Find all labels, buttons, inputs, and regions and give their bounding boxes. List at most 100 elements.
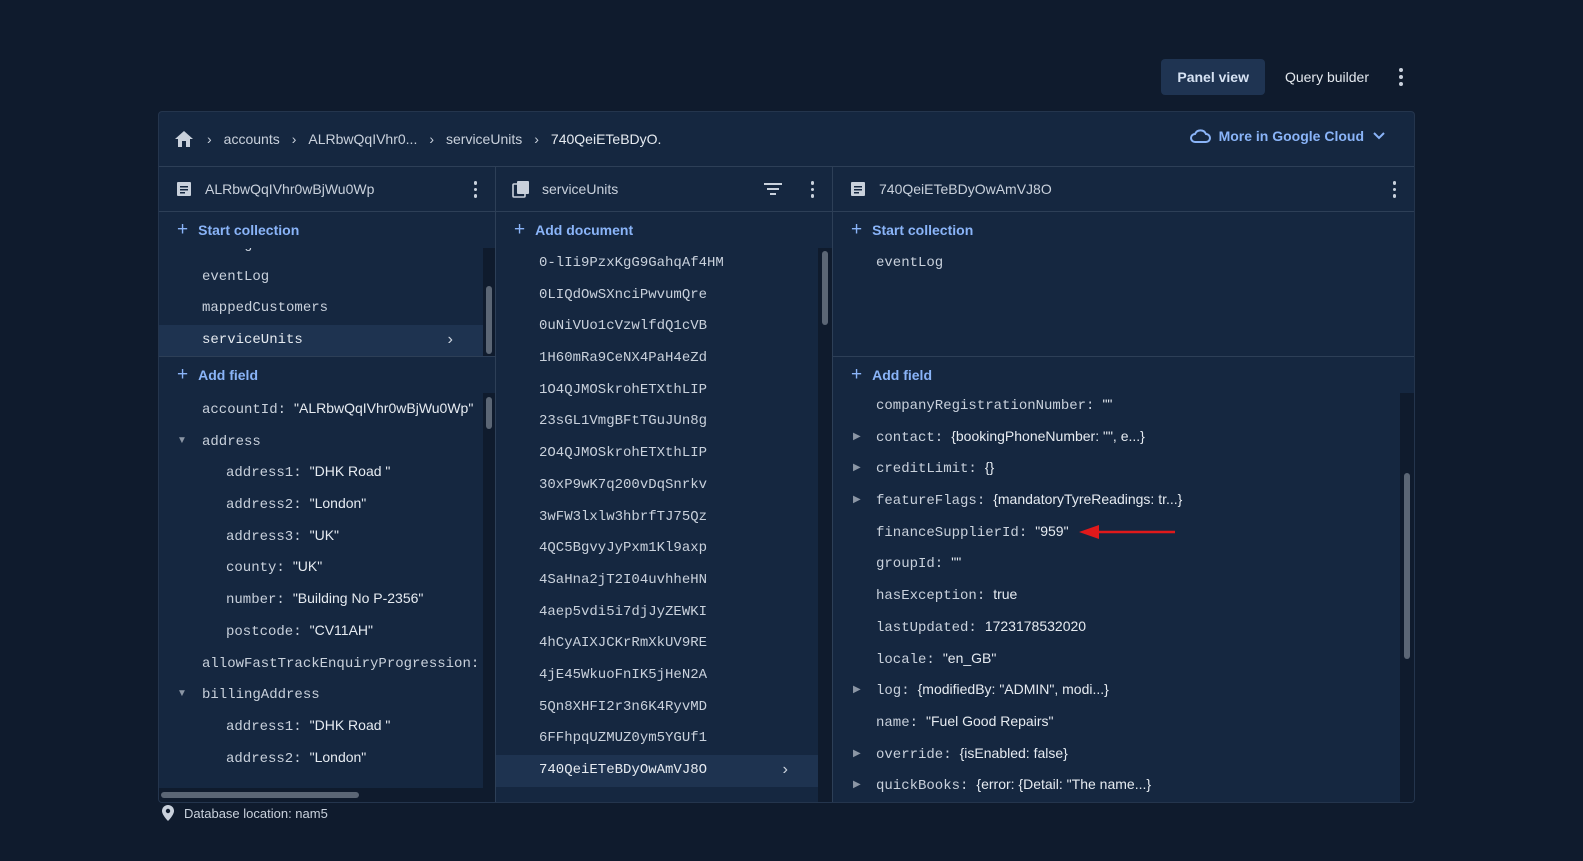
horizontal-scrollbar[interactable] xyxy=(159,788,495,802)
panel-view-button[interactable]: Panel view xyxy=(1161,59,1265,95)
location-pin-icon xyxy=(162,805,174,821)
add-field-button[interactable]: + Add field xyxy=(159,357,495,393)
field-row[interactable]: ▶ override: {isEnabled: false} xyxy=(833,738,1400,770)
breadcrumb-serviceunits[interactable]: serviceUnits xyxy=(446,131,522,147)
query-builder-button[interactable]: Query builder xyxy=(1273,59,1381,95)
column-menu-icon[interactable] xyxy=(473,181,477,198)
field-row-financesupplierid[interactable]: financeSupplierId: "959" xyxy=(833,516,1400,548)
field-row[interactable]: ▼ billingAddress xyxy=(159,678,483,710)
field-row[interactable]: postcode: "CV11AH" xyxy=(159,615,483,647)
document-item[interactable]: 23sGL1VmgBFtTGuJUn8g xyxy=(496,406,818,438)
field-row[interactable]: number: "Building No P-2356" xyxy=(159,583,483,615)
expand-down-icon[interactable]: ▼ xyxy=(177,425,187,457)
add-document-label: Add document xyxy=(535,222,634,238)
document-item[interactable]: 4jE45WkuoFnIK5jHeN2A xyxy=(496,660,818,692)
field-row[interactable]: address2: "London" xyxy=(159,488,483,520)
add-document-button[interactable]: + Add document xyxy=(496,212,832,248)
field-row[interactable]: locale: "en_GB" xyxy=(833,643,1400,675)
document-item[interactable]: 4SaHna2jT2I04uvhheHN xyxy=(496,565,818,597)
start-collection-button[interactable]: + Start collection xyxy=(159,212,495,248)
start-collection-label: Start collection xyxy=(198,222,300,238)
collection-item-serviceunits[interactable]: serviceUnits › xyxy=(159,325,483,356)
document-item-selected[interactable]: 740QeiETeBDyOwAmVJ8O › xyxy=(496,755,818,787)
collection-item-eventlog[interactable]: eventLog xyxy=(833,248,1414,280)
column-menu-icon[interactable] xyxy=(1392,181,1396,198)
collection-item-config[interactable]: config xyxy=(159,248,483,262)
document-item[interactable]: 0LIQdOwSXnciPwvumQre xyxy=(496,280,818,312)
field-row[interactable]: ▼ address xyxy=(159,425,483,457)
filter-icon[interactable] xyxy=(764,182,782,196)
collection-scrollbar[interactable] xyxy=(486,286,492,354)
firestore-panel: › accounts › ALRbwQqIVhr0... › serviceUn… xyxy=(158,111,1415,803)
start-collection-button[interactable]: + Start collection xyxy=(833,212,1414,248)
field-row[interactable]: county: "UK" xyxy=(159,551,483,583)
document-item[interactable]: 6FFhpqUZMUZ0ym5YGUf1 xyxy=(496,723,818,755)
document-item[interactable]: 4aep5vdi5i7djJyZEWKI xyxy=(496,597,818,629)
collection-item-label: serviceUnits xyxy=(202,332,303,349)
field-row[interactable]: accountId: "ALRbwQqIVhr0wBjWu0Wp" xyxy=(159,393,483,425)
chevron-right-icon: › xyxy=(429,131,434,147)
field-row[interactable]: ▶ log: {modifiedBy: "ADMIN", modi...} xyxy=(833,674,1400,706)
more-in-google-cloud-label: More in Google Cloud xyxy=(1218,128,1364,144)
documents-scrollbar[interactable] xyxy=(822,251,828,325)
expand-right-icon[interactable]: ▶ xyxy=(853,452,861,484)
add-field-button[interactable]: + Add field xyxy=(833,357,1414,393)
document-item[interactable]: 30xP9wK7q200vDqSnrkv xyxy=(496,470,818,502)
plus-icon: + xyxy=(177,219,189,240)
collection-item-eventlog[interactable]: eventLog xyxy=(159,262,483,294)
chevron-down-icon xyxy=(1373,132,1385,140)
more-in-google-cloud-button[interactable]: More in Google Cloud xyxy=(1189,128,1386,144)
plus-icon: + xyxy=(851,364,863,385)
column-menu-icon[interactable] xyxy=(810,181,814,198)
field-row[interactable]: ▶ featureFlags: {mandatoryTyreReadings: tr… xyxy=(833,484,1400,516)
plus-icon: + xyxy=(851,219,863,240)
field-row[interactable]: address3: "UK" xyxy=(159,520,483,552)
document-item[interactable]: 5Qn8XHFI2r3n6K4RyvMD xyxy=(496,692,818,724)
field-row[interactable]: address1: "DHK Road " xyxy=(159,710,483,742)
document-item[interactable]: 0-lIi9PzxKgG9GahqAf4HM xyxy=(496,248,818,280)
fields-scrollbar[interactable] xyxy=(486,397,492,429)
field-row[interactable]: companyRegistrationNumber: "" xyxy=(833,393,1400,421)
cloud-icon xyxy=(1189,129,1211,143)
field-row[interactable]: lastUpdated: 1723178532020 xyxy=(833,611,1400,643)
field-row[interactable]: address2: "London" xyxy=(159,742,483,774)
selected-document-column: 740QeiETeBDyOwAmVJ8O + Start collection … xyxy=(833,167,1414,802)
expand-down-icon[interactable]: ▼ xyxy=(177,678,187,710)
field-row[interactable]: ▶ contact: {bookingPhoneNumber: "", e...} xyxy=(833,421,1400,453)
document-item[interactable]: 0uNiVUo1cVzwlfdQ1cVB xyxy=(496,311,818,343)
annotation-arrow xyxy=(1079,524,1175,539)
document-item[interactable]: 4QC5BgvyJyPxm1Kl9axp xyxy=(496,533,818,565)
expand-right-icon[interactable]: ▶ xyxy=(853,484,861,516)
document-item[interactable]: 1H60mRa9CeNX4PaH4eZd xyxy=(496,343,818,375)
field-row[interactable]: ▶ creditLimit:{} xyxy=(833,452,1400,484)
home-icon[interactable] xyxy=(173,128,195,150)
expand-right-icon[interactable]: ▶ xyxy=(853,738,861,770)
more-options-icon[interactable] xyxy=(1391,59,1411,95)
expand-right-icon[interactable]: ▶ xyxy=(853,769,861,801)
document-item[interactable]: 2O4QJMOSkrohETXthLIP xyxy=(496,438,818,470)
add-field-label: Add field xyxy=(872,367,932,383)
breadcrumb-accounts[interactable]: accounts xyxy=(224,131,280,147)
field-row[interactable]: address1: "DHK Road " xyxy=(159,456,483,488)
field-row[interactable]: hasException: true xyxy=(833,579,1400,611)
expand-right-icon[interactable]: ▶ xyxy=(853,421,861,453)
document-icon xyxy=(851,182,865,196)
add-field-label: Add field xyxy=(198,367,258,383)
plus-icon: + xyxy=(514,219,526,240)
field-row[interactable]: name: "Fuel Good Repairs" xyxy=(833,706,1400,738)
database-location: Database location: nam5 xyxy=(162,805,328,821)
breadcrumb-account[interactable]: ALRbwQqIVhr0... xyxy=(308,131,417,147)
fields-scrollbar[interactable] xyxy=(1404,473,1410,659)
field-row[interactable]: groupId: "" xyxy=(833,547,1400,579)
breadcrumb-document[interactable]: 740QeiETeBDyO. xyxy=(551,131,662,147)
field-row[interactable]: ▶ quickBooks: {error: {Detail: "The name..… xyxy=(833,769,1400,801)
collection-item-mappedcustomers[interactable]: mappedCustomers xyxy=(159,293,483,325)
document-item[interactable]: 3wFW3lxlw3hbrfTJ75Qz xyxy=(496,502,818,534)
plus-icon: + xyxy=(177,364,189,385)
expand-right-icon[interactable]: ▶ xyxy=(853,674,861,706)
account-document-column: ALRbwQqIVhr0wBjWu0Wp + Start collection … xyxy=(159,167,496,802)
document-icon xyxy=(177,182,191,196)
field-row[interactable]: allowFastTrackEnquiryProgression: xyxy=(159,647,483,679)
document-item[interactable]: 4hCyAIXJCKrRmXkUV9RE xyxy=(496,628,818,660)
document-item[interactable]: 1O4QJMOSkrohETXthLIP xyxy=(496,375,818,407)
